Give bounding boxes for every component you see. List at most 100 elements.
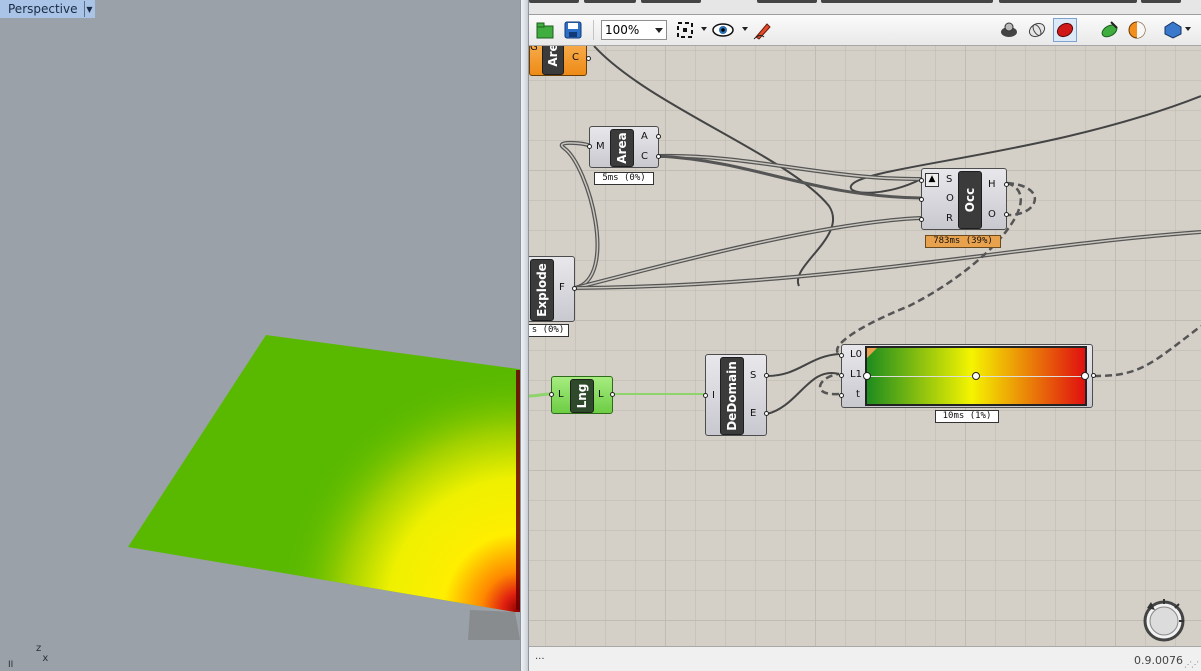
component-tabs-strip[interactable] (529, 0, 1201, 15)
preview-eye-icon[interactable] (711, 18, 735, 42)
occlusion-component[interactable]: ▲ S O R Occ H O (919, 168, 1009, 230)
area-top-caption: Are (542, 46, 564, 75)
area-top-output-c[interactable]: C (572, 53, 579, 63)
output-grip[interactable] (572, 286, 577, 291)
chevron-down-icon[interactable] (742, 27, 748, 31)
rhino-viewport[interactable]: Perspective ▼ z x II (0, 0, 526, 671)
tab-strip-item[interactable] (641, 0, 701, 3)
gradient-editor[interactable] (863, 346, 1089, 406)
resize-grip-icon[interactable]: ⋰⋰ (1184, 660, 1199, 669)
gradient-handle-end[interactable] (1081, 372, 1089, 380)
gradient-preset-icon[interactable] (867, 348, 877, 358)
input-grip[interactable] (839, 393, 844, 398)
occ-input-r[interactable]: R (946, 214, 953, 224)
gradient-input-l1[interactable]: L1 (850, 370, 862, 380)
tab-strip-item[interactable] (529, 0, 579, 3)
input-grip[interactable] (587, 144, 592, 149)
gradient-input-t[interactable]: t (856, 390, 860, 400)
output-grip[interactable] (764, 411, 769, 416)
bounding-box-icon[interactable] (1161, 18, 1185, 42)
tab-strip-item[interactable] (999, 0, 1137, 3)
grid-shadow (468, 610, 520, 640)
output-grip[interactable] (656, 134, 661, 139)
window-splitter[interactable] (520, 0, 529, 671)
zoom-value: 100% (605, 23, 640, 37)
wireframe-preview-icon[interactable] (1025, 18, 1049, 42)
output-grip[interactable] (610, 392, 615, 397)
input-grip[interactable] (919, 178, 924, 183)
wire (574, 216, 922, 290)
occ-output-h[interactable]: H (988, 180, 996, 190)
dedomain-output-e[interactable]: E (750, 409, 756, 419)
area-input-m[interactable]: M (596, 142, 605, 152)
dedomain-input-i[interactable]: I (712, 391, 715, 401)
toolbar-separator (593, 20, 594, 40)
grasshopper-canvas[interactable]: G Are C M Area A C 5ms (0%) ▲ S O R Occ … (529, 46, 1201, 646)
gradient-handle-mid[interactable] (972, 372, 980, 380)
output-grip[interactable] (586, 56, 591, 61)
wire (1093, 325, 1201, 378)
output-grip[interactable] (1004, 212, 1009, 217)
sketch-pen-icon[interactable] (751, 18, 775, 42)
occ-profiler-badge: 783ms (39%) (925, 235, 1001, 248)
save-icon[interactable] (561, 18, 585, 42)
length-component[interactable]: L Lng L (549, 376, 615, 414)
zoom-select[interactable]: 100% (601, 20, 667, 40)
chevron-down-icon[interactable] (1185, 27, 1191, 31)
area-output-c[interactable]: C (641, 152, 648, 162)
occ-output-o[interactable]: O (988, 210, 996, 220)
grasshopper-window[interactable]: 100% G Are C M Area A C 5ms (0%) ▲ S O R… (529, 0, 1201, 671)
input-grip[interactable] (839, 353, 844, 358)
wire (818, 372, 840, 396)
input-grip[interactable] (549, 392, 554, 397)
axis-x-icon: x (36, 653, 49, 664)
display-color-icon[interactable] (1125, 18, 1149, 42)
lng-output-l[interactable]: L (598, 390, 604, 400)
collapse-arrow-icon[interactable]: ▲ (925, 173, 939, 187)
occ-input-o[interactable]: O (946, 194, 954, 204)
gradient-input-l0[interactable]: L0 (850, 350, 862, 360)
output-grip[interactable] (764, 373, 769, 378)
canvas-navigation-dial-icon[interactable] (1141, 596, 1187, 642)
area-profiler-badge: 5ms (0%) (594, 172, 654, 185)
status-text: ... (535, 651, 545, 662)
input-grip[interactable] (839, 373, 844, 378)
open-file-icon[interactable] (533, 18, 557, 42)
gradient-handle-start[interactable] (863, 372, 871, 380)
viewport-corner-mark: II (8, 660, 14, 670)
selected-only-icon[interactable] (1097, 18, 1121, 42)
wire (529, 392, 552, 398)
lng-input-l[interactable]: L (558, 390, 564, 400)
gradient-profiler-badge: 10ms (1%) (935, 410, 999, 423)
explode-profiler-badge: s (0%) (529, 324, 569, 337)
output-grip[interactable] (1091, 373, 1096, 378)
input-grip[interactable] (919, 217, 924, 222)
zoom-extents-icon[interactable] (673, 18, 697, 42)
area-top-input-g[interactable]: G (530, 46, 538, 53)
chevron-down-icon[interactable] (655, 28, 663, 33)
deconstruct-domain-component[interactable]: I DeDomain S E (703, 354, 769, 436)
input-grip[interactable] (919, 197, 924, 202)
explode-output-f[interactable]: F (559, 283, 565, 293)
dedomain-caption: DeDomain (720, 357, 744, 435)
output-grip[interactable] (1004, 182, 1009, 187)
dedomain-output-s[interactable]: S (750, 371, 756, 381)
lng-caption: Lng (570, 379, 594, 413)
output-grip[interactable] (656, 154, 661, 159)
wire (766, 371, 840, 415)
area-top-component[interactable]: G Are C (529, 46, 591, 76)
occ-input-s[interactable]: S (946, 175, 952, 185)
chevron-down-icon[interactable] (701, 27, 707, 31)
explode-caption: Explode (530, 259, 554, 321)
shaded-preview-icon[interactable] (1053, 18, 1077, 42)
area-component[interactable]: M Area A C (587, 126, 661, 168)
tab-strip-item[interactable] (821, 0, 993, 3)
tab-strip-item[interactable] (584, 0, 636, 3)
input-grip[interactable] (703, 393, 708, 398)
analysis-surface (128, 335, 526, 640)
tab-strip-item[interactable] (1141, 0, 1181, 3)
tab-strip-item[interactable] (757, 0, 817, 3)
area-output-a[interactable]: A (641, 132, 648, 142)
preview-off-icon[interactable] (997, 18, 1021, 42)
explode-component[interactable]: Explode F (529, 256, 577, 322)
